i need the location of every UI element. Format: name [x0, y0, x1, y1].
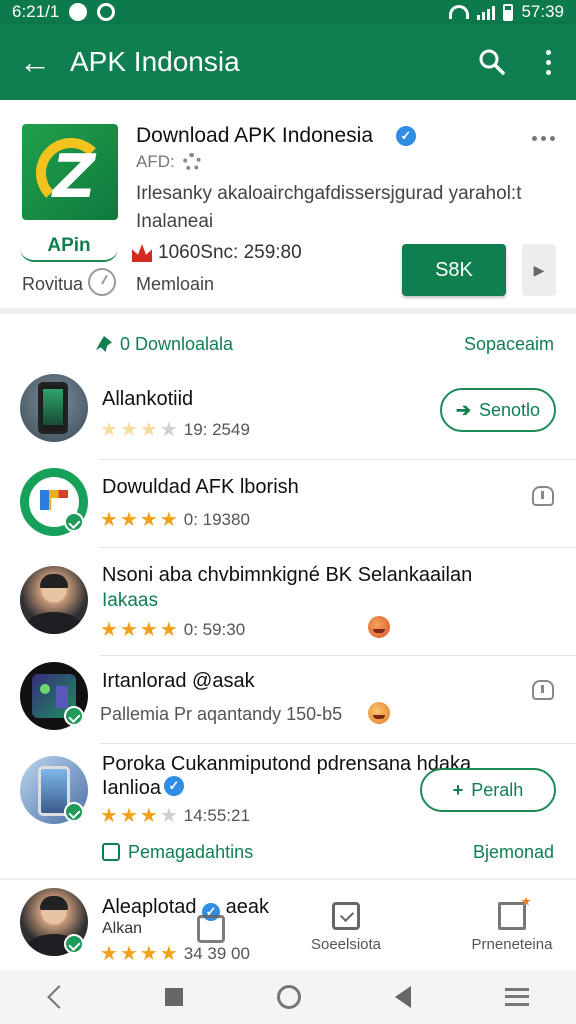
- featured-developer: AFD:: [136, 152, 201, 172]
- action-button[interactable]: + Peralh: [420, 768, 556, 812]
- clock-icon: [88, 268, 116, 296]
- verified-icon: ✓: [396, 126, 416, 146]
- download-tray-icon: [332, 901, 360, 930]
- emoji-icon: [368, 702, 390, 724]
- featured-stats: 1060Snc: 259:80: [132, 242, 302, 264]
- meta-text: 19: 2549: [183, 420, 250, 439]
- back-triangle-icon[interactable]: [395, 986, 411, 1008]
- list-item-subtitle: Iakaas: [102, 590, 158, 611]
- system-navigation-bar: [0, 970, 576, 1024]
- list-item-meta: ★ ★ ★ ★ 0: 59:30: [100, 620, 245, 640]
- bottom-tab-bar: Soeelsiota Prneneteina: [0, 884, 576, 970]
- emoji-icon: [368, 616, 390, 638]
- app-avatar: [20, 566, 88, 634]
- installed-badge-icon: [64, 802, 84, 822]
- action-button[interactable]: ➔ Senotlo: [440, 388, 556, 432]
- list-item-title: Irtanlorad @asak: [102, 670, 255, 692]
- wifi-icon: [449, 5, 470, 19]
- app-avatar: [20, 374, 88, 442]
- rating-stars: ★ ★ ★ ★: [100, 805, 178, 827]
- gear-icon: [182, 153, 201, 171]
- list-item-meta: ★ ★ ★ ★ 19: 2549: [100, 420, 250, 440]
- list-item-meta: ★ ★ ★ ★ 14:55:21: [100, 806, 250, 826]
- apk-badge: APin: [20, 232, 118, 262]
- puzzle-icon: [498, 901, 526, 930]
- search-icon[interactable]: [464, 34, 520, 90]
- sync-icon: [97, 3, 116, 21]
- section-header-downloads: 0 Downloalala Sopaceaim: [0, 324, 576, 364]
- rating-stars: ★ ★ ★ ★: [100, 619, 178, 641]
- pin-icon: [96, 336, 112, 352]
- battery-icon: [503, 3, 514, 21]
- section-link[interactable]: Bjemonad: [473, 842, 554, 863]
- section-link[interactable]: Sopaceaim: [464, 334, 554, 355]
- meta-text: 0: 59:30: [183, 620, 246, 639]
- install-button[interactable]: S8K: [402, 244, 506, 296]
- rating-stars: ★ ★ ★ ★: [100, 509, 178, 531]
- tab-label: Soeelsiota: [310, 935, 382, 953]
- tab-label: Prneneteina: [471, 935, 553, 953]
- meta-text: 14:55:21: [183, 806, 250, 825]
- chevron-right-icon[interactable]: ▶: [522, 244, 556, 296]
- section-header-updates: Pemagadahtins Bjemonad: [0, 832, 576, 872]
- section-title: 0 Downloalala: [120, 333, 234, 354]
- status-bar: 6:21/1 57:39: [0, 0, 576, 24]
- notification-icon: [69, 3, 88, 21]
- featured-title: Download APK Indonesia: [136, 124, 373, 147]
- back-arrow-icon[interactable]: ←: [0, 24, 70, 100]
- save-icon[interactable]: [196, 914, 226, 944]
- verified-icon: ✓: [164, 776, 184, 796]
- home-icon[interactable]: [277, 985, 301, 1009]
- meta-text: Pallemia Pr aqantandy 150-b5: [100, 704, 343, 724]
- recent-icon[interactable]: [165, 988, 183, 1006]
- developer-label: AFD:: [136, 152, 175, 171]
- app-bar: ← APK Indonsia: [0, 24, 576, 100]
- list-item-meta: Pallemia Pr aqantandy 150-b5: [100, 704, 342, 725]
- featured-app-card: Z APin Rovitua Download APK Indonesia ✓ …: [0, 100, 576, 314]
- list-item-title: Nsoni aba chvbimnkigné BK Selankaailan: [102, 564, 473, 586]
- featured-size: Memloain: [136, 274, 215, 294]
- featured-description: Irlesanky akaloairchgafdissersjgurad yar…: [136, 183, 522, 232]
- list-item[interactable]: Poroka Cukanmiputond pdrensana hdaka Ian…: [0, 744, 576, 836]
- more-options-icon[interactable]: [532, 136, 555, 141]
- signal-icon: [477, 4, 496, 20]
- installed-badge-icon: [64, 512, 84, 532]
- list-item[interactable]: Allankotiid ★ ★ ★ ★ 19: 2549 ➔ Senotlo: [0, 364, 576, 460]
- download-icon: [102, 843, 120, 861]
- list-item[interactable]: Irtanlorad @asak Pallemia Pr aqantandy 1…: [0, 656, 576, 744]
- app-logo[interactable]: Z: [22, 124, 118, 220]
- meta-text: 0: 19380: [183, 510, 250, 529]
- tab-downloads[interactable]: Soeelsiota: [296, 884, 396, 970]
- list-item-title: Allankotiid: [102, 388, 194, 410]
- action-button-label: Senotlo: [479, 399, 541, 420]
- trending-icon: [132, 244, 152, 262]
- action-button-label: Peralh: [471, 779, 524, 800]
- status-time-right: 57:39: [521, 2, 564, 21]
- menu-icon[interactable]: [505, 988, 529, 1006]
- installed-badge-icon: [64, 706, 84, 726]
- list-item-title: Dowuldad AFK lborish: [102, 476, 299, 498]
- lock-icon[interactable]: [532, 486, 554, 506]
- app-screen: 6:21/1 57:39 ← APK Indonsia Z APin Rovit…: [0, 0, 576, 1024]
- tab-extensions[interactable]: Prneneteina: [462, 884, 562, 970]
- list-item[interactable]: Nsoni aba chvbimnkigné BK Selankaailan I…: [0, 548, 576, 656]
- section-title: Pemagadahtins: [128, 841, 254, 862]
- back-icon[interactable]: [47, 985, 71, 1009]
- stats-text: 1060Snc: 259:80: [158, 242, 302, 263]
- list-item[interactable]: Dowuldad AFK lborish ★ ★ ★ ★ 0: 19380: [0, 460, 576, 548]
- featured-category: Rovitua: [22, 274, 84, 294]
- status-time-left: 6:21/1: [12, 2, 60, 21]
- app-bar-title: APK Indonsia: [70, 46, 240, 77]
- overflow-menu-icon[interactable]: [520, 34, 576, 90]
- lock-icon[interactable]: [532, 680, 554, 700]
- rating-stars: ★ ★ ★ ★: [100, 419, 178, 441]
- list-item-meta: ★ ★ ★ ★ 0: 19380: [100, 510, 250, 530]
